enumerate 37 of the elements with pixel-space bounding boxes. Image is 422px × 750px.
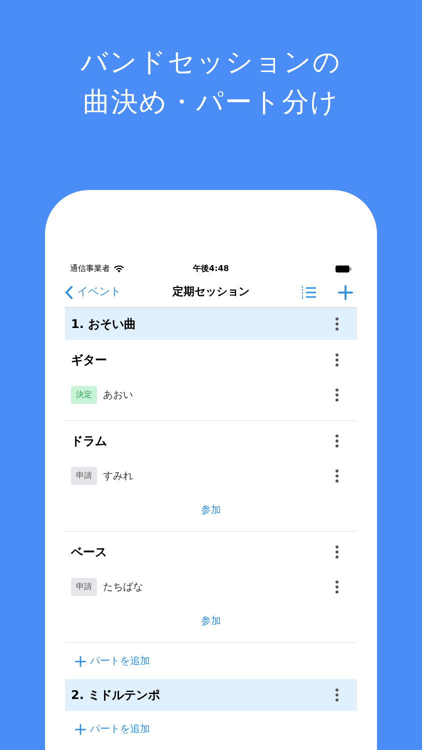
status-badge: 決定 [71, 386, 97, 404]
more-icon[interactable] [335, 317, 339, 331]
join-link[interactable]: 参加 [201, 502, 221, 518]
headline: バンドセッションの [80, 46, 342, 80]
member-name: あおい [103, 388, 133, 402]
status-badge: 申請 [71, 578, 97, 596]
part-name: ドラム [71, 433, 107, 450]
numbered-list-icon[interactable] [301, 286, 316, 299]
status-badge: 申請 [71, 467, 97, 485]
more-icon[interactable] [335, 469, 339, 483]
part-name: ベース [71, 544, 107, 561]
carrier-label: 通信事業者 [70, 263, 110, 275]
more-icon[interactable] [335, 545, 339, 559]
plus-icon [75, 656, 86, 666]
nav-title: 定期セッション [171, 284, 250, 300]
battery-icon [335, 265, 352, 273]
song-title: 2. ミドルテンポ [71, 687, 160, 704]
member-name: すみれ [103, 470, 133, 484]
add-part-link[interactable]: パートを追加 [65, 711, 357, 747]
status-time: 午後4:48 [193, 263, 229, 275]
more-icon[interactable] [335, 580, 339, 594]
song-title: 1. おそい曲 [71, 316, 136, 333]
more-icon[interactable] [335, 388, 339, 402]
plus-icon [75, 724, 86, 734]
chevron-left-icon [65, 286, 73, 299]
back-button[interactable]: イベント [65, 284, 155, 301]
headline: 曲決め・パート分け [83, 86, 339, 120]
more-icon[interactable] [335, 434, 339, 448]
more-icon[interactable] [335, 353, 339, 367]
join-link[interactable]: 参加 [201, 614, 221, 628]
plus-icon [338, 285, 353, 300]
add-button[interactable] [338, 285, 353, 300]
wifi-icon [114, 265, 124, 273]
add-part-link[interactable]: パートを追加 [65, 643, 357, 679]
part-name: ギター [71, 352, 107, 369]
more-icon[interactable] [335, 688, 339, 702]
member-name: たちばな [103, 580, 143, 594]
